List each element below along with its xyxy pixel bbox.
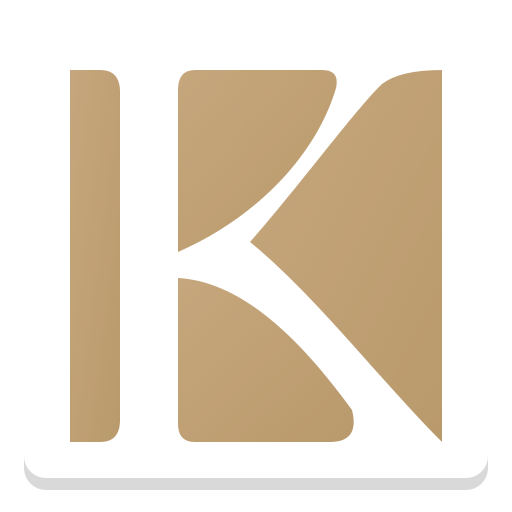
k-monogram-icon[interactable]	[0, 0, 512, 512]
icon-stage	[0, 0, 512, 512]
left-tan-block	[70, 70, 120, 442]
